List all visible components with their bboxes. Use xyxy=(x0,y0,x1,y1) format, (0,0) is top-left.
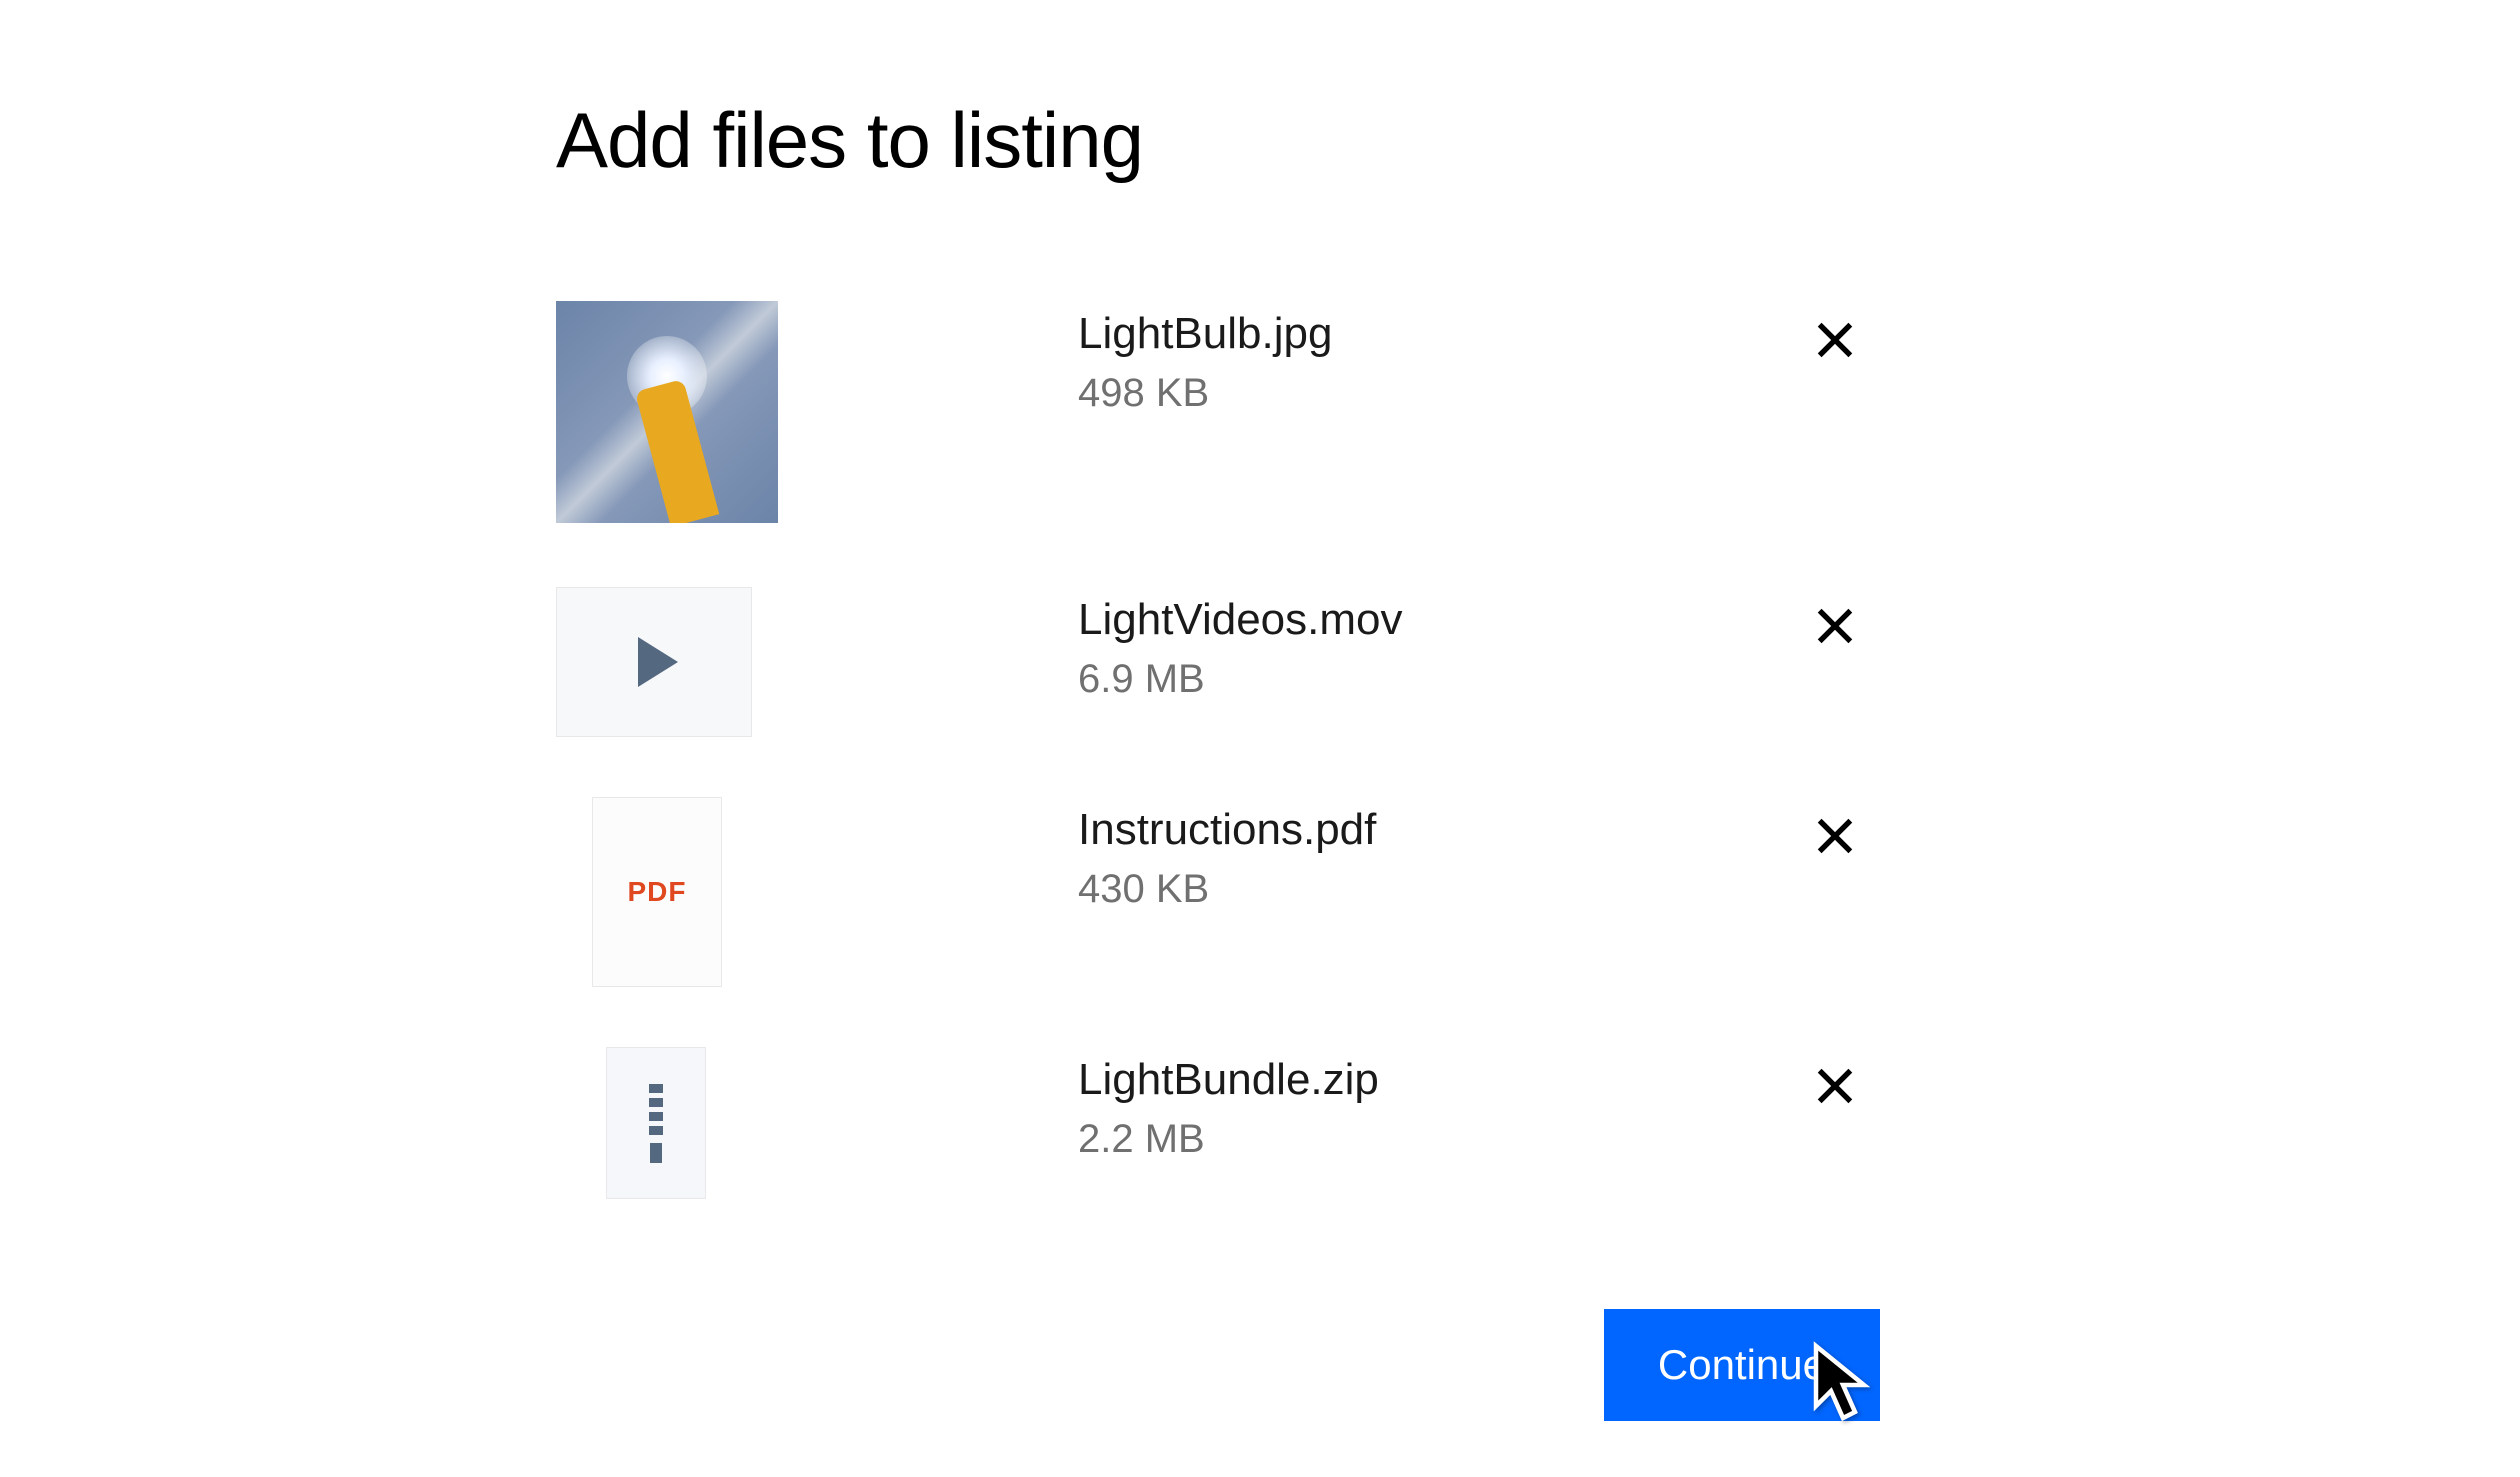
add-files-dialog: Add files to listing LightBulb.jpg 498 K… xyxy=(0,0,1930,1421)
dialog-footer: Continue xyxy=(556,1309,1930,1421)
remove-file-button[interactable] xyxy=(1800,1051,1870,1124)
close-icon xyxy=(1812,1063,1858,1109)
remove-file-button[interactable] xyxy=(1800,801,1870,874)
file-info: LightVideos.mov 6.9 MB xyxy=(1078,587,1800,702)
file-thumbnail-image xyxy=(556,301,778,523)
pdf-icon: PDF xyxy=(628,876,687,908)
file-size: 430 KB xyxy=(1078,867,1800,912)
file-name: LightVideos.mov xyxy=(1078,595,1800,645)
close-icon xyxy=(1812,317,1858,363)
play-icon xyxy=(638,637,678,687)
file-name: LightBundle.zip xyxy=(1078,1055,1800,1105)
file-info: LightBundle.zip 2.2 MB xyxy=(1078,1047,1800,1162)
remove-file-button[interactable] xyxy=(1800,591,1870,664)
file-list: LightBulb.jpg 498 KB LightVideos.mov 6.9… xyxy=(556,301,1930,1259)
file-size: 498 KB xyxy=(1078,371,1800,416)
close-icon xyxy=(1812,603,1858,649)
file-info: LightBulb.jpg 498 KB xyxy=(1078,301,1800,416)
file-size: 2.2 MB xyxy=(1078,1117,1800,1162)
file-thumbnail-pdf: PDF xyxy=(592,797,722,987)
file-row: LightBulb.jpg 498 KB xyxy=(556,301,1930,523)
file-thumbnail-video xyxy=(556,587,752,737)
continue-button[interactable]: Continue xyxy=(1604,1309,1880,1421)
file-thumbnail-zip xyxy=(606,1047,706,1199)
lightbulb-image-icon xyxy=(556,301,778,523)
file-name: Instructions.pdf xyxy=(1078,805,1800,855)
file-row: PDF Instructions.pdf 430 KB xyxy=(556,797,1930,987)
zip-icon xyxy=(649,1084,663,1163)
close-icon xyxy=(1812,813,1858,859)
file-info: Instructions.pdf 430 KB xyxy=(1078,797,1800,912)
file-name: LightBulb.jpg xyxy=(1078,309,1800,359)
file-row: LightBundle.zip 2.2 MB xyxy=(556,1047,1930,1199)
file-row: LightVideos.mov 6.9 MB xyxy=(556,587,1930,737)
file-size: 6.9 MB xyxy=(1078,657,1800,702)
remove-file-button[interactable] xyxy=(1800,305,1870,378)
dialog-title: Add files to listing xyxy=(556,95,1930,186)
